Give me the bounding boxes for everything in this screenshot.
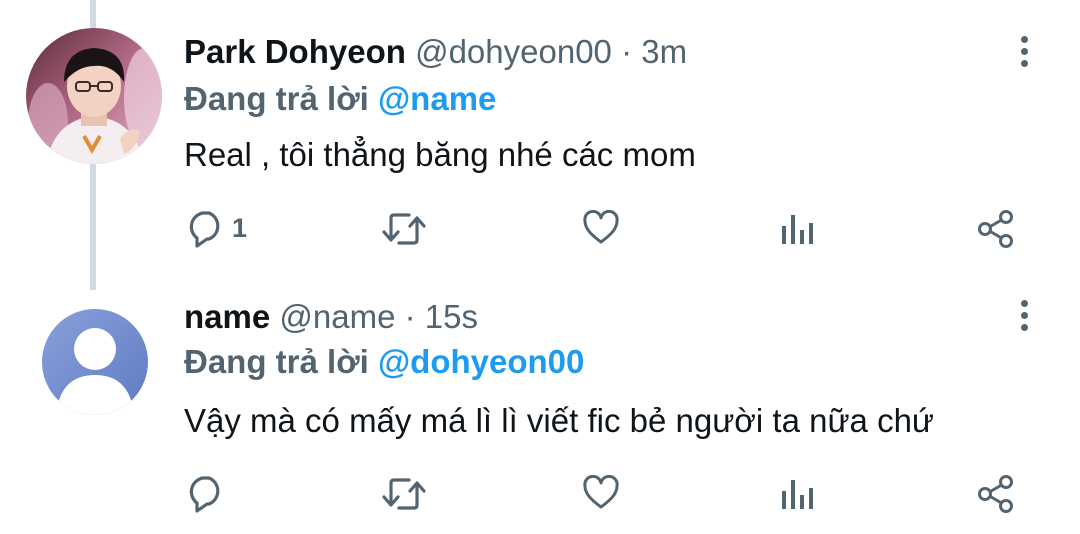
user-handle[interactable]: @dohyeon00 bbox=[415, 33, 612, 70]
more-vertical-icon[interactable] bbox=[1018, 36, 1030, 72]
retweet-icon bbox=[382, 478, 426, 510]
avatar-photo bbox=[26, 28, 162, 164]
display-name[interactable]: name bbox=[184, 298, 270, 335]
reply-button[interactable]: 1 bbox=[186, 208, 247, 248]
replying-to-label: Đang trả lời bbox=[184, 80, 369, 117]
analytics-icon bbox=[782, 480, 813, 509]
timestamp[interactable]: 15s bbox=[425, 298, 478, 335]
reply-icon bbox=[189, 476, 220, 513]
analytics-icon bbox=[782, 215, 813, 244]
share-button[interactable] bbox=[976, 209, 1016, 249]
heart-icon bbox=[583, 475, 619, 509]
tweet-text: Vậy mà có mấy má lì lì viết fic bẻ người… bbox=[184, 402, 935, 439]
avatar[interactable] bbox=[26, 28, 162, 164]
mention-link[interactable]: @name bbox=[378, 80, 496, 117]
replying-to: Đang trả lời @name bbox=[184, 80, 496, 118]
like-button[interactable] bbox=[582, 210, 620, 246]
tweet-header: Park Dohyeon @dohyeon00 · 3m bbox=[184, 33, 687, 71]
like-button[interactable] bbox=[582, 475, 620, 511]
mention-link[interactable]: @dohyeon00 bbox=[378, 343, 584, 380]
reply-count: 1 bbox=[232, 212, 248, 243]
replying-to: Đang trả lời @dohyeon00 bbox=[184, 343, 584, 381]
share-icon bbox=[978, 210, 1013, 248]
replying-to-label: Đang trả lời bbox=[184, 343, 369, 380]
analytics-button[interactable] bbox=[781, 212, 815, 246]
tweet-text: Real , tôi thẳng băng nhé các mom bbox=[184, 136, 696, 173]
retweet-button[interactable] bbox=[381, 209, 427, 249]
separator-dot: · bbox=[404, 298, 416, 335]
heart-icon bbox=[583, 210, 619, 244]
reply-icon bbox=[189, 211, 220, 248]
user-handle[interactable]: @name bbox=[279, 298, 395, 335]
reply-button[interactable] bbox=[186, 473, 232, 513]
display-name[interactable]: Park Dohyeon bbox=[184, 33, 406, 70]
retweet-button[interactable] bbox=[381, 474, 427, 514]
analytics-button[interactable] bbox=[781, 477, 815, 511]
avatar[interactable] bbox=[42, 309, 148, 415]
retweet-icon bbox=[382, 213, 426, 245]
share-icon bbox=[978, 475, 1013, 513]
default-avatar-icon bbox=[42, 309, 148, 415]
more-vertical-icon[interactable] bbox=[1018, 300, 1030, 336]
separator-dot: · bbox=[621, 33, 633, 70]
tweet-header: name @name · 15s bbox=[184, 298, 478, 336]
timestamp[interactable]: 3m bbox=[641, 33, 687, 70]
share-button[interactable] bbox=[976, 474, 1016, 514]
